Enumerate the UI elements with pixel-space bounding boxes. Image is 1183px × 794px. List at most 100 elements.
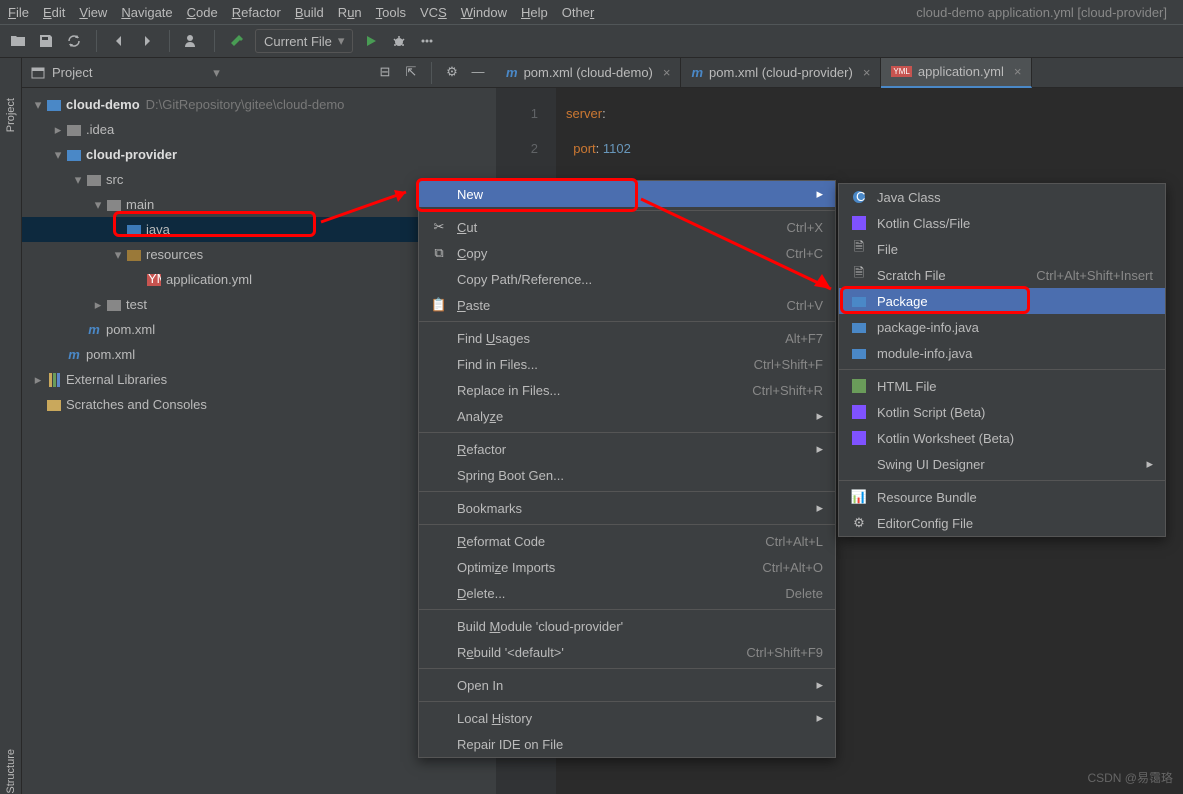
menu-tools[interactable]: Tools bbox=[376, 5, 406, 20]
back-icon[interactable] bbox=[109, 31, 129, 51]
paste-icon: 📋 bbox=[431, 297, 447, 313]
cm-openin[interactable]: Open In▸ bbox=[419, 672, 835, 698]
cm-optimize[interactable]: Optimize ImportsCtrl+Alt+O bbox=[419, 554, 835, 580]
menu-run[interactable]: Run bbox=[338, 5, 362, 20]
tab-pom-demo[interactable]: mpom.xml (cloud-demo)× bbox=[496, 58, 681, 88]
hammer-icon[interactable] bbox=[227, 31, 247, 51]
tree-idea[interactable]: ▸.idea bbox=[22, 117, 496, 142]
class-icon: C bbox=[851, 190, 867, 204]
menu-other[interactable]: Other bbox=[562, 5, 595, 20]
cm-editorconfig[interactable]: ⚙EditorConfig File bbox=[839, 510, 1165, 536]
cm-swing[interactable]: Swing UI Designer▸ bbox=[839, 451, 1165, 477]
menu-view[interactable]: View bbox=[79, 5, 107, 20]
new-submenu: CJava Class Kotlin Class/File 🗎File 🗎Scr… bbox=[838, 183, 1166, 537]
hide-icon[interactable]: — bbox=[468, 62, 488, 82]
cm-replacefiles[interactable]: Replace in Files...Ctrl+Shift+R bbox=[419, 377, 835, 403]
save-icon[interactable] bbox=[36, 31, 56, 51]
scratch-icon: 🗎 bbox=[851, 264, 867, 286]
menu-file[interactable]: File bbox=[8, 5, 29, 20]
gear-icon[interactable]: ⚙ bbox=[442, 62, 462, 82]
cm-buildmod[interactable]: Build Module 'cloud-provider' bbox=[419, 613, 835, 639]
sync-icon[interactable] bbox=[64, 31, 84, 51]
copy-icon: ⧉ bbox=[431, 245, 447, 261]
cm-file[interactable]: 🗎File bbox=[839, 236, 1165, 262]
left-sidebar: Project Structure bbox=[0, 58, 22, 794]
cm-paste[interactable]: 📋PasteCtrl+V bbox=[419, 292, 835, 318]
tab-application-yml[interactable]: YMLapplication.yml× bbox=[881, 58, 1032, 88]
cm-copy[interactable]: ⧉CopyCtrl+C bbox=[419, 240, 835, 266]
tool-project[interactable]: Project bbox=[5, 98, 17, 132]
cm-kotlinclass[interactable]: Kotlin Class/File bbox=[839, 210, 1165, 236]
tab-pom-provider[interactable]: mpom.xml (cloud-provider)× bbox=[681, 58, 881, 88]
editor-tabs: mpom.xml (cloud-demo)× mpom.xml (cloud-p… bbox=[496, 58, 1183, 88]
html-icon bbox=[851, 379, 867, 393]
kotlin-icon bbox=[851, 216, 867, 230]
gear-icon: ⚙ bbox=[851, 515, 867, 531]
project-icon bbox=[30, 65, 46, 81]
more-icon[interactable] bbox=[417, 31, 437, 51]
folder-icon bbox=[851, 295, 867, 307]
expand-all-icon[interactable]: ⇱ bbox=[401, 62, 421, 82]
cm-modinfo[interactable]: module-info.java bbox=[839, 340, 1165, 366]
kotlin-icon bbox=[851, 431, 867, 445]
close-icon[interactable]: × bbox=[663, 65, 671, 80]
cm-scratchfile[interactable]: 🗎Scratch FileCtrl+Alt+Shift+Insert bbox=[839, 262, 1165, 288]
run-config-label: Current File bbox=[264, 34, 332, 49]
cm-springboot[interactable]: Spring Boot Gen... bbox=[419, 462, 835, 488]
cm-delete[interactable]: Delete...Delete bbox=[419, 580, 835, 606]
cm-analyze[interactable]: Analyze▸ bbox=[419, 403, 835, 429]
cm-cut[interactable]: ✂CutCtrl+X bbox=[419, 214, 835, 240]
cm-rebuild[interactable]: Rebuild '<default>'Ctrl+Shift+F9 bbox=[419, 639, 835, 665]
cm-javaclass[interactable]: CJava Class bbox=[839, 184, 1165, 210]
run-config-dropdown[interactable]: Current File ▾ bbox=[255, 29, 353, 53]
cm-htmlfile[interactable]: HTML File bbox=[839, 373, 1165, 399]
menu-edit[interactable]: Edit bbox=[43, 5, 65, 20]
panel-title[interactable]: Project bbox=[52, 65, 207, 80]
menu-build[interactable]: Build bbox=[295, 5, 324, 20]
chevron-down-icon[interactable]: ▾ bbox=[213, 65, 220, 81]
menu-vcs[interactable]: VCS bbox=[420, 5, 447, 20]
menu-navigate[interactable]: Navigate bbox=[121, 5, 172, 20]
menu-help[interactable]: Help bbox=[521, 5, 548, 20]
user-icon[interactable] bbox=[182, 31, 202, 51]
tree-provider[interactable]: ▾cloud-provider bbox=[22, 142, 496, 167]
pkginfo-icon bbox=[851, 321, 867, 333]
cm-localhist[interactable]: Local History▸ bbox=[419, 705, 835, 731]
cm-findusages[interactable]: Find UsagesAlt+F7 bbox=[419, 325, 835, 351]
run-icon[interactable] bbox=[361, 31, 381, 51]
cm-findfiles[interactable]: Find in Files...Ctrl+Shift+F bbox=[419, 351, 835, 377]
cm-reformat[interactable]: Reformat CodeCtrl+Alt+L bbox=[419, 528, 835, 554]
menu-refactor[interactable]: Refactor bbox=[232, 5, 281, 20]
watermark: CSDN @易霭珞 bbox=[1087, 769, 1173, 786]
cm-package[interactable]: Package bbox=[839, 288, 1165, 314]
debug-icon[interactable] bbox=[389, 31, 409, 51]
cm-kotlinws[interactable]: Kotlin Worksheet (Beta) bbox=[839, 425, 1165, 451]
cm-copypath[interactable]: Copy Path/Reference... bbox=[419, 266, 835, 292]
menu-window[interactable]: Window bbox=[461, 5, 507, 20]
close-icon[interactable]: × bbox=[863, 65, 871, 80]
svg-text:YML: YML bbox=[148, 274, 161, 286]
breadcrumb: cloud-demo application.yml [cloud-provid… bbox=[608, 5, 1175, 20]
cm-resbundle[interactable]: 📊Resource Bundle bbox=[839, 484, 1165, 510]
file-icon: 🗎 bbox=[851, 238, 867, 260]
cm-bookmarks[interactable]: Bookmarks▸ bbox=[419, 495, 835, 521]
kotlin-icon bbox=[851, 405, 867, 419]
cm-kotlinscript[interactable]: Kotlin Script (Beta) bbox=[839, 399, 1165, 425]
tree-root[interactable]: ▾cloud-demoD:\GitRepository\gitee\cloud-… bbox=[22, 92, 496, 117]
select-opened-icon[interactable]: ⊟ bbox=[375, 62, 395, 82]
open-icon[interactable] bbox=[8, 31, 28, 51]
cm-refactor[interactable]: Refactor▸ bbox=[419, 436, 835, 462]
context-menu: New▸ ✂CutCtrl+X ⧉CopyCtrl+C Copy Path/Re… bbox=[418, 180, 836, 758]
toolbar: Current File ▾ bbox=[0, 24, 1183, 58]
tool-structure[interactable]: Structure bbox=[5, 749, 17, 794]
svg-text:C: C bbox=[856, 190, 865, 204]
cm-repair[interactable]: Repair IDE on File bbox=[419, 731, 835, 757]
close-icon[interactable]: × bbox=[1014, 64, 1022, 79]
modinfo-icon bbox=[851, 347, 867, 359]
forward-icon[interactable] bbox=[137, 31, 157, 51]
menu-code[interactable]: Code bbox=[187, 5, 218, 20]
cm-pkginfo[interactable]: package-info.java bbox=[839, 314, 1165, 340]
cm-new[interactable]: New▸ bbox=[419, 181, 835, 207]
menubar: File Edit View Navigate Code Refactor Bu… bbox=[0, 0, 1183, 24]
bundle-icon: 📊 bbox=[851, 489, 867, 505]
